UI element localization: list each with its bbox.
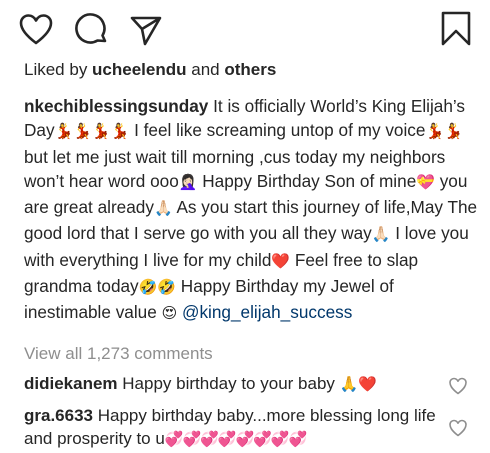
praying-hands-emoji-icon: 🙏🏻 xyxy=(153,200,173,218)
comment-item: gra.6633 Happy birthday baby...more bles… xyxy=(24,404,440,451)
comment-like-heart-icon[interactable] xyxy=(448,418,468,438)
heart-outline-icon[interactable] xyxy=(18,12,54,48)
likes-middle: and xyxy=(186,60,225,79)
caption-text: Happy Birthday Son of mine xyxy=(197,170,417,191)
comment-emoji-icon: 🙏❤️ xyxy=(339,376,377,393)
rofl-emoji-icon: 🤣🤣 xyxy=(138,279,177,297)
heart-gift-emoji-icon: 💝 xyxy=(416,173,435,191)
heart-eyes-emoji-icon: 😍 xyxy=(161,305,178,323)
red-heart-emoji-icon: ❤️ xyxy=(271,252,291,270)
caption-text: I feel like screaming untop of my voice xyxy=(129,120,426,141)
comment-item: didiekanem Happy birthday to your baby 🙏… xyxy=(24,372,440,396)
post-action-bar xyxy=(0,0,490,56)
comment-text: Happy birthday to your baby xyxy=(117,374,340,393)
comment-username[interactable]: didiekanem xyxy=(24,374,118,393)
bookmark-icon[interactable] xyxy=(438,10,474,46)
caption-mention[interactable]: @king_elijah_success xyxy=(182,302,352,322)
likes-others-link[interactable]: others xyxy=(224,60,276,79)
dancer-emoji-icon: 💃💃💃💃 xyxy=(54,123,130,141)
revolving-hearts-emoji-icon: 💞💞💞💞💞💞💞💞 xyxy=(164,431,307,448)
view-all-comments-link[interactable]: View all 1,273 comments xyxy=(24,342,213,366)
likes-summary: Liked by ucheelendu and others xyxy=(24,58,276,82)
post-caption: nkechiblessingsunday It is officially Wo… xyxy=(24,94,479,327)
comment-like-heart-icon[interactable] xyxy=(448,376,468,396)
liker-username[interactable]: ucheelendu xyxy=(92,60,186,79)
caption-username[interactable]: nkechiblessingsunday xyxy=(24,96,208,116)
likes-prefix: Liked by xyxy=(24,60,93,79)
paper-plane-icon[interactable] xyxy=(128,12,164,48)
speech-bubble-icon[interactable] xyxy=(74,12,110,48)
praying-hands-emoji-icon: 🙏🏻 xyxy=(371,226,391,244)
dancer-emoji-icon: 💃💃 xyxy=(425,123,463,141)
comment-username[interactable]: gra.6633 xyxy=(24,406,93,425)
facepalm-emoji-icon: 🤦🏻‍♀️ xyxy=(178,173,198,191)
